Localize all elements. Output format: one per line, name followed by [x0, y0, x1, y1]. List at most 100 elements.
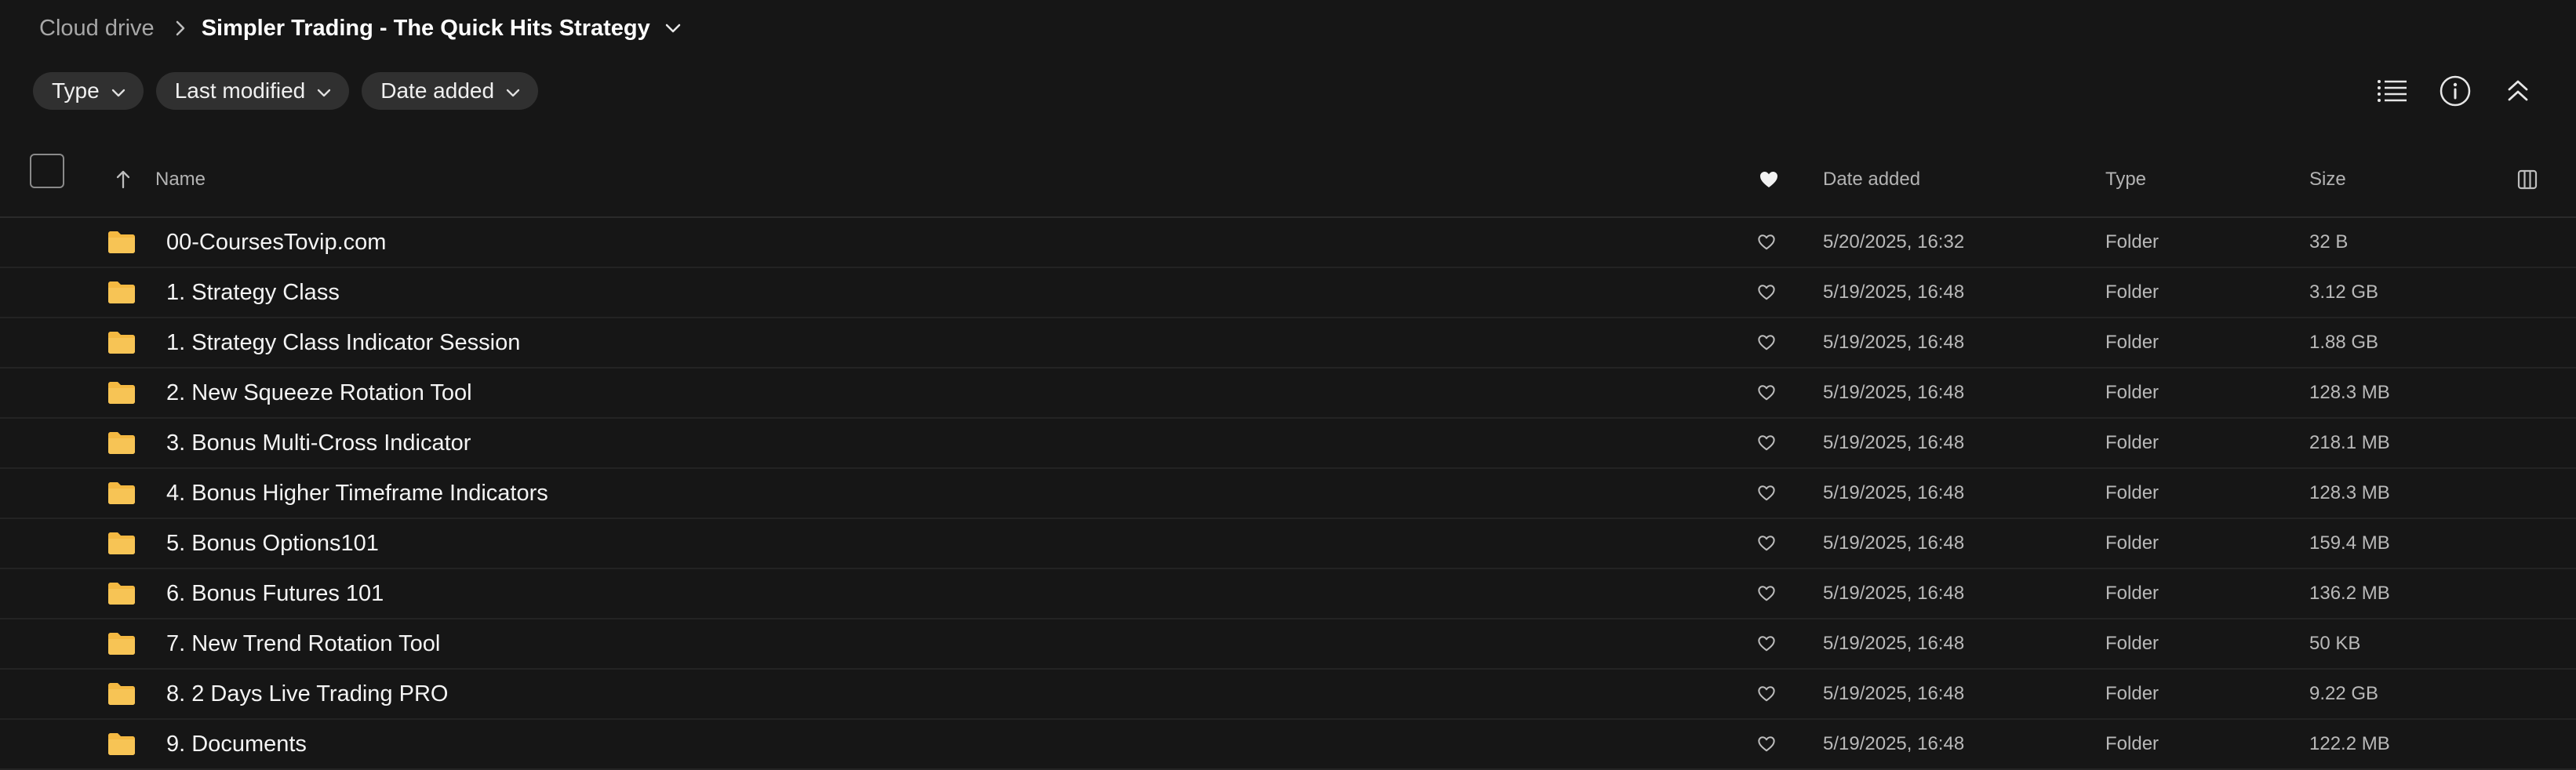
favorite-heart-icon[interactable]: [1757, 469, 1776, 518]
folder-icon: [107, 619, 136, 668]
date-added: 5/19/2025, 16:48: [1823, 733, 1965, 754]
favorite-heart-icon[interactable]: [1757, 318, 1776, 367]
folder-icon: [107, 419, 136, 467]
table-row[interactable]: 3. Bonus Multi-Cross Indicator 5/19/2025,…: [0, 419, 2576, 469]
breadcrumb: Cloud drive Simpler Trading - The Quick …: [39, 11, 682, 45]
table-row[interactable]: 1. Strategy Class Indicator Session 5/19/…: [0, 318, 2576, 369]
info-icon[interactable]: [2435, 71, 2476, 111]
file-size: 122.2 MB: [2309, 733, 2390, 754]
file-name[interactable]: 1. Strategy Class Indicator Session: [166, 318, 520, 367]
favorite-heart-icon[interactable]: [1757, 720, 1776, 768]
column-header-name[interactable]: Name: [155, 141, 206, 218]
column-header-type[interactable]: Type: [2105, 141, 2146, 218]
folder-icon: [107, 569, 136, 618]
date-added: 5/19/2025, 16:48: [1823, 482, 1965, 503]
favorite-heart-icon[interactable]: [1757, 670, 1776, 718]
file-size: 32 B: [2309, 231, 2349, 252]
table-row[interactable]: 6. Bonus Futures 101 5/19/2025, 16:48 Fold…: [0, 569, 2576, 619]
chevron-down-icon: [505, 78, 521, 104]
favorite-heart-icon[interactable]: [1757, 419, 1776, 467]
table-row[interactable]: 1. Strategy Class 5/19/2025, 16:48 Folder 3…: [0, 268, 2576, 318]
file-type: Folder: [2105, 482, 2159, 503]
file-type: Folder: [2105, 733, 2159, 754]
favorite-heart-icon[interactable]: [1757, 619, 1776, 668]
file-type: Folder: [2105, 633, 2159, 654]
filter-type-button[interactable]: Type: [33, 72, 144, 110]
list-view-icon[interactable]: [2372, 71, 2413, 111]
filter-label: Last modified: [174, 78, 306, 103]
favorite-heart-icon[interactable]: [1757, 519, 1776, 568]
file-name[interactable]: 00-CoursesTovip.com: [166, 218, 386, 267]
file-name[interactable]: 8. 2 Days Live Trading PRO: [166, 670, 448, 718]
file-name[interactable]: 5. Bonus Options101: [166, 519, 379, 568]
file-name[interactable]: 6. Bonus Futures 101: [166, 569, 384, 618]
select-all-checkbox[interactable]: [30, 154, 64, 188]
file-name[interactable]: 3. Bonus Multi-Cross Indicator: [166, 419, 471, 467]
table-row[interactable]: 8. 2 Days Live Trading PRO 5/19/2025, 16:…: [0, 670, 2576, 720]
date-added: 5/19/2025, 16:48: [1823, 432, 1965, 453]
file-name[interactable]: 7. New Trend Rotation Tool: [166, 619, 440, 668]
table-row[interactable]: 2. New Squeeze Rotation Tool 5/19/2025, 1…: [0, 369, 2576, 419]
file-name[interactable]: 1. Strategy Class: [166, 268, 340, 317]
file-size: 128.3 MB: [2309, 482, 2390, 503]
file-size: 50 KB: [2309, 633, 2361, 654]
table-row[interactable]: 00-CoursesTovip.com 5/20/2025, 16:32 Folde…: [0, 218, 2576, 268]
date-added: 5/19/2025, 16:48: [1823, 532, 1965, 554]
filter-date-added-button[interactable]: Date added: [362, 72, 539, 110]
folder-icon: [107, 519, 136, 568]
favorite-header-heart-icon[interactable]: [1759, 141, 1779, 218]
date-added: 5/19/2025, 16:48: [1823, 683, 1965, 704]
file-size: 136.2 MB: [2309, 583, 2390, 604]
chevron-right-icon: [175, 20, 186, 37]
file-type: Folder: [2105, 583, 2159, 604]
chevron-down-icon[interactable]: [664, 23, 682, 34]
file-name[interactable]: 9. Documents: [166, 720, 307, 768]
file-size: 218.1 MB: [2309, 432, 2390, 453]
sort-ascending-icon[interactable]: [115, 141, 132, 218]
file-list: 00-CoursesTovip.com 5/20/2025, 16:32 Folde…: [0, 218, 2576, 770]
table-row[interactable]: 9. Documents 5/19/2025, 16:48 Folder 122.2 …: [0, 720, 2576, 770]
file-type: Folder: [2105, 382, 2159, 403]
folder-icon: [107, 369, 136, 417]
filter-label: Type: [52, 78, 100, 103]
folder-icon: [107, 268, 136, 317]
file-size: 9.22 GB: [2309, 683, 2379, 704]
collapse-icon[interactable]: [2498, 71, 2538, 111]
filter-last-modified-button[interactable]: Last modified: [155, 72, 350, 110]
column-header-date-added[interactable]: Date added: [1823, 141, 1920, 218]
chevron-down-icon: [111, 78, 126, 104]
favorite-heart-icon[interactable]: [1757, 569, 1776, 618]
favorite-heart-icon[interactable]: [1757, 268, 1776, 317]
date-added: 5/19/2025, 16:48: [1823, 281, 1965, 303]
table-row[interactable]: 7. New Trend Rotation Tool 5/19/2025, 16:…: [0, 619, 2576, 670]
folder-icon: [107, 720, 136, 768]
breadcrumb-root-link[interactable]: Cloud drive: [39, 16, 155, 42]
file-name[interactable]: 4. Bonus Higher Timeframe Indicators: [166, 469, 548, 518]
date-added: 5/20/2025, 16:32: [1823, 231, 1965, 252]
date-added: 5/19/2025, 16:48: [1823, 382, 1965, 403]
file-type: Folder: [2105, 332, 2159, 353]
file-size: 159.4 MB: [2309, 532, 2390, 554]
file-type: Folder: [2105, 683, 2159, 704]
file-type: Folder: [2105, 231, 2159, 252]
table-header: Name Date added Type Size: [0, 141, 2576, 218]
date-added: 5/19/2025, 16:48: [1823, 633, 1965, 654]
favorite-heart-icon[interactable]: [1757, 369, 1776, 417]
column-settings-icon[interactable]: [2516, 141, 2538, 218]
date-added: 5/19/2025, 16:48: [1823, 583, 1965, 604]
filter-label: Date added: [380, 78, 495, 103]
file-size: 128.3 MB: [2309, 382, 2390, 403]
file-type: Folder: [2105, 281, 2159, 303]
filter-bar: Type Last modified Date added: [33, 72, 539, 110]
file-name[interactable]: 2. New Squeeze Rotation Tool: [166, 369, 472, 417]
folder-icon: [107, 218, 136, 267]
table-row[interactable]: 5. Bonus Options101 5/19/2025, 16:48 Folde…: [0, 519, 2576, 569]
file-size: 3.12 GB: [2309, 281, 2379, 303]
table-row[interactable]: 4. Bonus Higher Timeframe Indicators 5/19…: [0, 469, 2576, 519]
favorite-heart-icon[interactable]: [1757, 218, 1776, 267]
file-type: Folder: [2105, 432, 2159, 453]
breadcrumb-current-folder[interactable]: Simpler Trading - The Quick Hits Strateg…: [202, 16, 650, 42]
column-header-size[interactable]: Size: [2309, 141, 2346, 218]
folder-icon: [107, 318, 136, 367]
file-type: Folder: [2105, 532, 2159, 554]
